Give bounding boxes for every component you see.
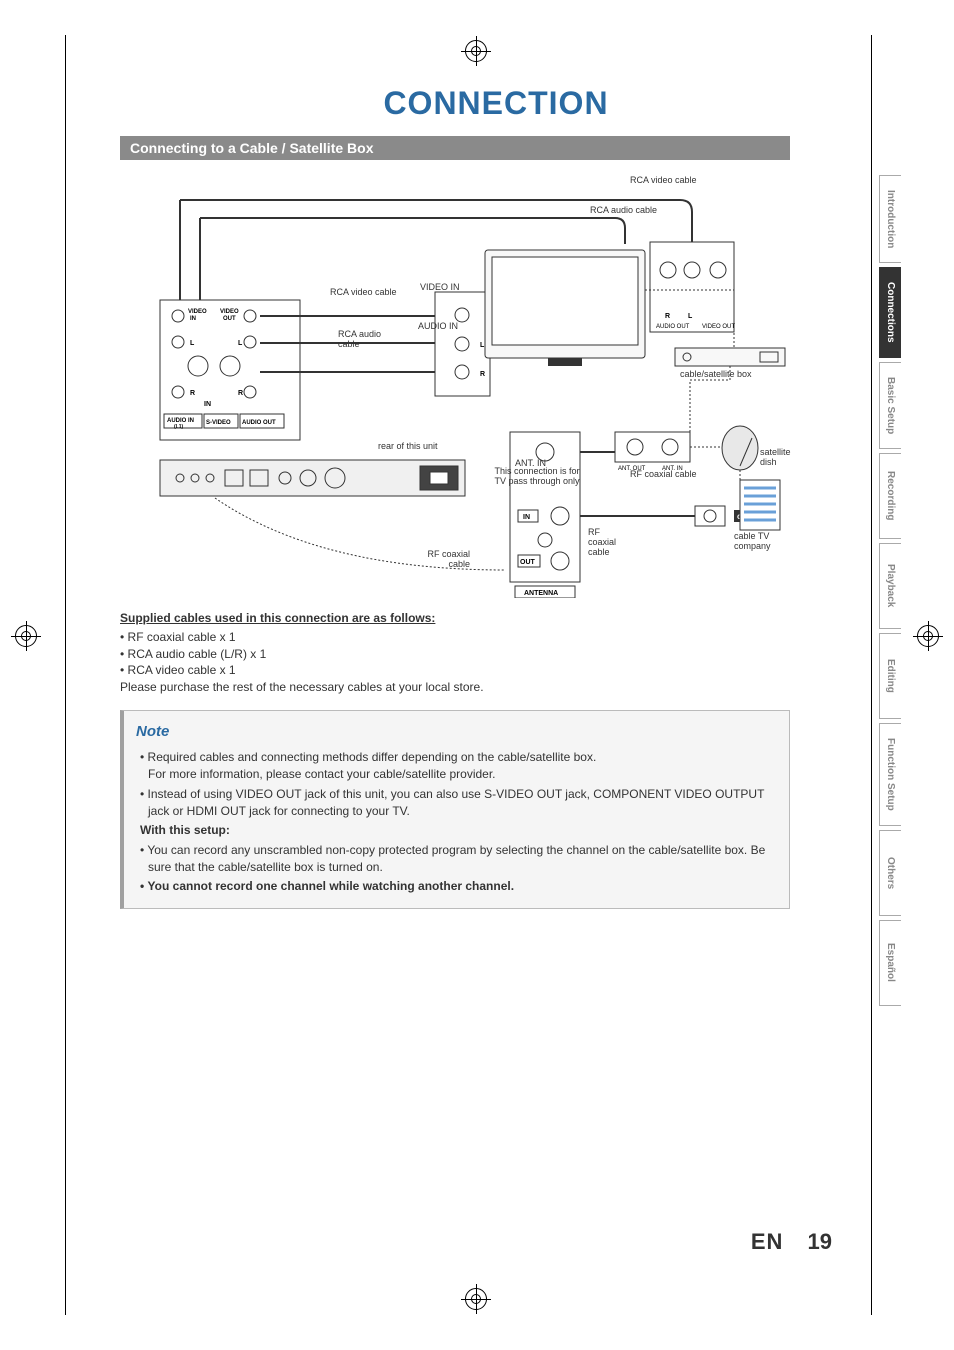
svg-text:AUDIO OUT: AUDIO OUT (242, 420, 276, 426)
label-rca-video-top: RCA video cable (630, 176, 697, 186)
label-rca-video: RCA video cable (330, 288, 397, 298)
label-video-in: VIDEO IN (420, 283, 460, 293)
svg-text:ANTENNA: ANTENNA (524, 590, 558, 597)
svg-text:L: L (238, 340, 243, 347)
svg-text:IN: IN (204, 401, 211, 408)
label-rca-audio: RCA audio cable (338, 330, 388, 350)
svg-text:R: R (190, 390, 195, 397)
registration-mark-icon (917, 625, 939, 647)
note-line3: You can record any unscrambled non-copy … (136, 842, 777, 877)
tab-introduction[interactable]: Introduction (879, 175, 901, 263)
label-rca-audio-top: RCA audio cable (590, 206, 657, 216)
section-heading: Connecting to a Cable / Satellite Box (120, 136, 790, 160)
supplied-heading: Supplied cables used in this connection … (120, 610, 435, 627)
supplied-item-1: RCA audio cable (L/R) x 1 (128, 647, 267, 661)
label-rf-coax-left: RF coaxial cable (420, 550, 470, 570)
svg-text:OUT: OUT (223, 316, 236, 322)
tab-connections[interactable]: Connections (879, 267, 901, 358)
tab-editing[interactable]: Editing (879, 633, 901, 719)
svg-text:VIDEO OUT: VIDEO OUT (702, 324, 735, 330)
note-line4: You cannot record one channel while watc… (136, 878, 777, 895)
tab-basic-setup[interactable]: Basic Setup (879, 362, 901, 449)
svg-text:S-VIDEO: S-VIDEO (206, 420, 231, 426)
label-rear-of-unit: rear of this unit (378, 442, 438, 452)
label-cable-sat-box: cable/satellite box (680, 370, 752, 380)
note-with-setup: With this setup: (136, 822, 777, 839)
page-title: CONNECTION (120, 85, 872, 122)
registration-mark-icon (15, 625, 37, 647)
svg-text:IN: IN (523, 514, 530, 521)
label-rf-coax-mid: RF coaxial cable (588, 528, 630, 558)
svg-text:AUDIO OUT: AUDIO OUT (656, 324, 690, 330)
svg-text:VIDEO: VIDEO (188, 309, 207, 315)
page-lang: EN (751, 1229, 784, 1254)
connection-diagram: VIDEO IN VIDEO OUT L L R R IN AUDIO IN (120, 170, 790, 598)
tab-playback[interactable]: Playback (879, 543, 901, 629)
diagram-svg: VIDEO IN VIDEO OUT L L R R IN AUDIO IN (120, 170, 790, 598)
note-title: Note (136, 721, 777, 743)
svg-text:VIDEO: VIDEO (220, 309, 239, 315)
label-audio-in: AUDIO IN (418, 322, 458, 332)
note-box: Note Required cables and connecting meth… (120, 710, 790, 909)
page-no: 19 (808, 1229, 832, 1254)
tab-espanol[interactable]: Español (879, 920, 901, 1006)
content-area: CONNECTION Connecting to a Cable / Satel… (120, 85, 872, 1265)
note-line2: Instead of using VIDEO OUT jack of this … (136, 786, 777, 821)
svg-text:R: R (238, 390, 243, 397)
page-frame: CONNECTION Connecting to a Cable / Satel… (65, 35, 872, 1315)
side-tabs: Introduction Connections Basic Setup Rec… (879, 175, 907, 1010)
label-rf-coax-right: RF coaxial cable (630, 470, 697, 480)
supplied-cables-block: Supplied cables used in this connection … (120, 610, 790, 696)
note-line1: Required cables and connecting methods d… (136, 749, 777, 784)
svg-text:L: L (688, 313, 693, 320)
svg-text:IN: IN (190, 316, 196, 322)
svg-text:OUT: OUT (520, 559, 536, 566)
tab-function-setup[interactable]: Function Setup (879, 723, 901, 826)
svg-text:R: R (665, 313, 670, 320)
supplied-purchase: Please purchase the rest of the necessar… (120, 680, 484, 694)
tab-others[interactable]: Others (879, 830, 901, 916)
svg-text:L: L (480, 342, 485, 349)
page-number: EN 19 (751, 1229, 832, 1255)
svg-text:R: R (480, 371, 485, 378)
svg-text:(L1): (L1) (174, 424, 184, 430)
label-satellite-dish: satellite dish (760, 448, 800, 468)
label-pass-through: This connection is for TV pass through o… (492, 467, 582, 487)
supplied-item-0: RF coaxial cable x 1 (128, 630, 236, 644)
supplied-item-2: RCA video cable x 1 (128, 663, 236, 677)
svg-text:L: L (190, 340, 195, 347)
label-cable-tv-company: cable TV company (734, 532, 782, 552)
tab-recording[interactable]: Recording (879, 453, 901, 539)
